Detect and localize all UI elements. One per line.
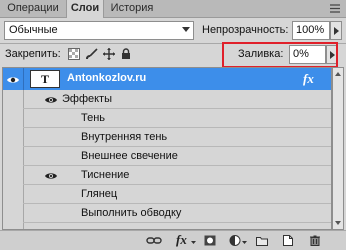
scroll-down-icon[interactable] [335,221,341,225]
layer-mask-icon[interactable] [204,235,216,246]
layer-thumbnail[interactable]: T [30,70,60,88]
blend-mode-select[interactable]: Обычные [4,21,194,40]
layer-row-selected[interactable]: T Antonkozlov.ru fx [3,68,331,90]
blend-mode-value: Обычные [9,24,58,36]
tab-history[interactable]: История [103,0,161,17]
visibility-column [3,90,24,229]
lock-image-pixels-brush-icon[interactable] [86,48,98,60]
opacity-label: Непрозрачность: [202,24,289,36]
folder-icon[interactable] [256,235,268,246]
opacity-value: 100% [296,24,325,36]
opacity-input[interactable]: 100% [292,21,330,40]
layer-name[interactable]: Antonkozlov.ru [67,72,146,84]
lock-transparent-pixels-icon[interactable] [68,48,80,60]
eye-icon[interactable] [45,95,57,103]
lock-label: Закрепить: [5,48,61,60]
layers-list: T Antonkozlov.ru fx Эффекты Тень Внутрен… [2,67,332,230]
scroll-up-icon[interactable] [335,72,341,76]
fx-icon[interactable]: fx [303,71,314,87]
effects-header-label: Эффекты [62,93,113,105]
effect-label: Внешнее свечение [81,150,178,162]
effect-label: Тиснение [81,169,130,181]
chevron-down-icon [191,235,196,246]
effect-row[interactable]: Внутренняя тень [23,128,331,147]
divider [23,68,24,90]
highlight-box [222,42,338,68]
effect-label: Выполнить обводку [81,207,182,219]
effect-label: Внутренняя тень [81,131,168,143]
layers-panel: Операции Слои История Обычные Непрозрачн… [0,0,346,250]
scrollbar[interactable] [332,67,344,230]
link-icon[interactable] [146,235,162,246]
chevron-down-icon [182,27,190,32]
tab-layers[interactable]: Слои [66,0,104,18]
trash-icon[interactable] [309,235,321,246]
effect-row[interactable]: Внешнее свечение [23,147,331,166]
tab-actions[interactable]: Операции [0,0,66,17]
opacity-slider-button[interactable] [330,21,342,40]
effect-row[interactable]: Тень [23,109,331,128]
effect-row[interactable]: Тиснение [23,166,331,185]
adjustment-layer-icon[interactable] [229,235,241,246]
eye-icon[interactable] [45,171,57,179]
eye-icon[interactable] [7,75,19,83]
lock-all-icon[interactable] [120,48,132,60]
new-layer-icon[interactable] [282,235,294,246]
layers-toolbar: fx [0,230,346,250]
effect-row[interactable]: Выполнить обводку [23,204,331,223]
panel-tabs: Операции Слои История [0,0,346,18]
effect-label: Глянец [81,188,118,200]
effect-label: Тень [81,112,106,124]
effects-header-row[interactable]: Эффекты [23,90,331,109]
fx-icon[interactable]: fx [176,232,187,248]
chevron-down-icon [242,235,247,246]
lock-position-move-icon[interactable] [103,48,115,60]
effect-row[interactable]: Глянец [23,185,331,204]
panel-menu-icon[interactable] [330,4,340,13]
